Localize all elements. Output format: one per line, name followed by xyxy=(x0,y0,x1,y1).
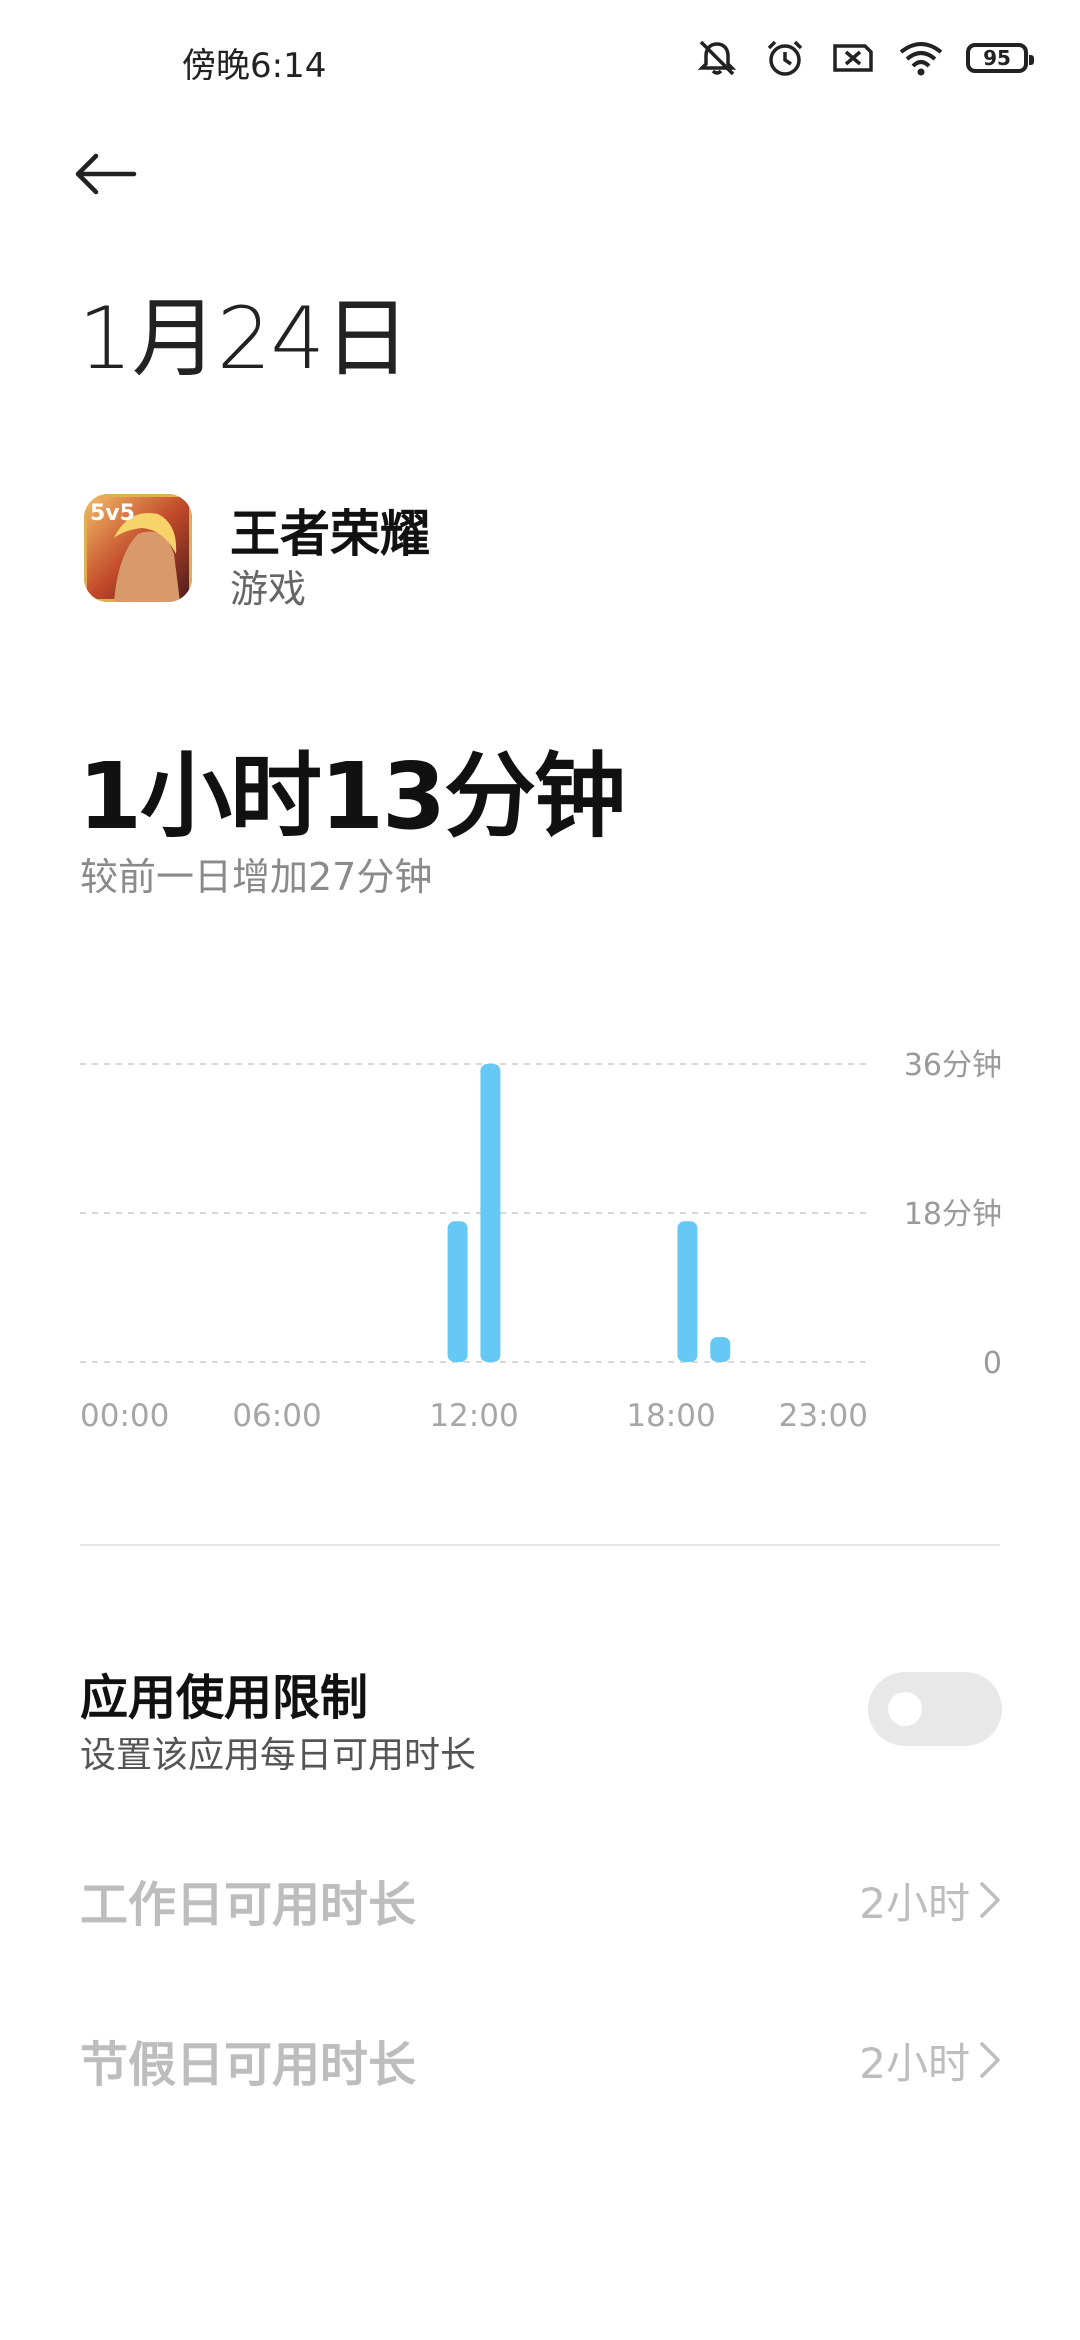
chevron-right-icon xyxy=(980,1882,1000,1918)
page-title: 1月24日 xyxy=(78,289,410,389)
y-tick-label: 0 xyxy=(983,1346,1002,1381)
status-icons: 95 xyxy=(694,34,1034,82)
limit-title: 应用使用限制 xyxy=(80,1670,369,1726)
limit-description: 设置该应用每日可用时长 xyxy=(80,1735,477,1776)
app-category: 游戏 xyxy=(230,567,307,611)
alarm-icon xyxy=(762,38,808,78)
toggle-knob xyxy=(888,1692,922,1726)
usage-compare: 较前一日增加27分钟 xyxy=(80,855,433,899)
wifi-icon xyxy=(898,38,944,78)
weekday-limit-label: 工作日可用时长 xyxy=(80,1877,417,1933)
x-tick-label: 18:00 xyxy=(626,1398,715,1434)
battery-level: 95 xyxy=(983,46,1011,70)
notifications-off-icon xyxy=(694,38,740,78)
status-time: 傍晚6:14 xyxy=(182,46,327,86)
back-button[interactable] xyxy=(66,134,146,214)
limit-toggle[interactable] xyxy=(868,1672,1002,1746)
y-tick-label: 36分钟 xyxy=(904,1048,1002,1083)
holiday-limit-value: 2小时 xyxy=(859,2038,970,2088)
svg-text:5v5: 5v5 xyxy=(90,501,135,526)
divider xyxy=(80,1544,1000,1546)
usage-total: 1小时13分钟 xyxy=(78,743,626,850)
x-tick-label: 23:00 xyxy=(779,1398,868,1434)
weekday-limit-value: 2小时 xyxy=(859,1878,970,1928)
x-tick-label: 06:00 xyxy=(232,1398,321,1434)
sim-off-icon xyxy=(830,38,876,78)
chart-bar xyxy=(447,1221,468,1362)
chevron-right-icon xyxy=(980,2042,1000,2078)
x-tick-label: 12:00 xyxy=(429,1398,518,1434)
app-name: 王者荣耀 xyxy=(230,505,430,563)
chart-bar xyxy=(480,1064,501,1362)
back-arrow-icon xyxy=(75,153,137,195)
chart-bar xyxy=(677,1221,698,1362)
weekday-limit-row[interactable]: 工作日可用时长 2小时 xyxy=(0,1840,1080,1960)
chart-bar xyxy=(710,1337,731,1362)
holiday-limit-label: 节假日可用时长 xyxy=(80,2037,417,2093)
battery-icon: 95 xyxy=(966,43,1034,73)
usage-chart: 36分钟 18分钟 0 00:00 06:00 12:00 18:00 23:00 xyxy=(80,1048,1002,1434)
y-tick-label: 18分钟 xyxy=(904,1197,1002,1232)
app-icon: 5v5 xyxy=(84,494,192,602)
x-tick-label: 00:00 xyxy=(80,1398,169,1434)
holiday-limit-row[interactable]: 节假日可用时长 2小时 xyxy=(0,2000,1080,2120)
